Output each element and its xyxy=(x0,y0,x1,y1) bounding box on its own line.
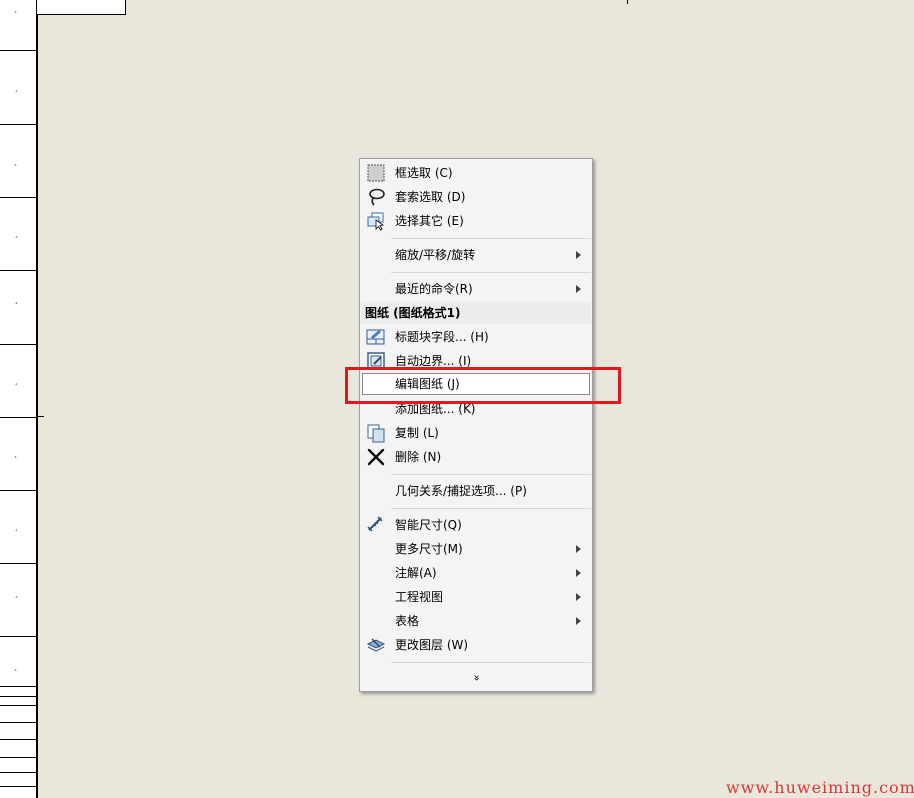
submenu-arrow-icon xyxy=(576,545,581,553)
zone-mark: ˏ xyxy=(14,522,18,531)
zone-mark: ˎ xyxy=(14,449,18,458)
center-tick-mark xyxy=(36,416,44,417)
revision-table-row xyxy=(0,757,36,758)
menu-item-label: 套索选取 (D) xyxy=(395,190,466,204)
zone-divider xyxy=(0,197,36,198)
menu-item-drawing-views[interactable]: 工程视图 xyxy=(362,585,590,609)
submenu-arrow-icon xyxy=(576,593,581,601)
menu-separator xyxy=(391,508,591,509)
menu-item-zoom-pan-rotate[interactable]: 缩放/平移/旋转 xyxy=(362,243,590,267)
revision-table-row xyxy=(0,786,36,787)
submenu-arrow-icon xyxy=(576,617,581,625)
menu-separator xyxy=(391,272,591,273)
revision-table-row xyxy=(0,722,36,723)
revision-table-row xyxy=(0,739,36,740)
menu-item-select-other[interactable]: 选择其它 (E) xyxy=(362,209,590,233)
menu-item-label: 复制 (L) xyxy=(395,426,439,440)
menu-item-title-block-fields[interactable]: 标题块字段... (H) xyxy=(362,325,590,349)
submenu-arrow-icon xyxy=(576,251,581,259)
zone-divider xyxy=(0,490,36,491)
zone-divider xyxy=(0,344,36,345)
zone-divider xyxy=(0,636,36,637)
zone-divider xyxy=(0,270,36,271)
menu-item-label: 更改图层 (W) xyxy=(395,638,469,652)
menu-item-change-layer[interactable]: 更改图层 (W) xyxy=(362,633,590,657)
box-select-icon xyxy=(366,163,386,183)
chevron-down-icon: » xyxy=(469,674,483,682)
menu-item-delete[interactable]: 删除 (N) xyxy=(362,445,590,469)
menu-separator xyxy=(391,238,591,239)
menu-section-header: 图纸 (图纸格式1) xyxy=(361,302,591,324)
watermark-text: www.huweiming.com xyxy=(726,778,914,797)
submenu-arrow-icon xyxy=(576,285,581,293)
menu-item-more-dimensions[interactable]: 更多尺寸(M) xyxy=(362,537,590,561)
title-block-icon xyxy=(366,327,386,347)
menu-item-label: 几何关系/捕捉选项... (P) xyxy=(395,484,527,498)
menu-item-relations-snaps[interactable]: 几何关系/捕捉选项... (P) xyxy=(362,479,590,503)
change-layer-icon xyxy=(366,635,386,655)
context-menu: 框选取 (C) 套索选取 (D) 选择其它 (E) 缩放/平移/旋转 最近的命令… xyxy=(359,158,593,692)
copy-icon xyxy=(366,423,386,443)
revision-table-row xyxy=(0,705,36,706)
menu-item-label: 缩放/平移/旋转 xyxy=(395,248,476,262)
zone-mark: ˊ xyxy=(14,596,18,605)
delete-icon xyxy=(366,447,386,467)
expand-menu-chevron-icon[interactable]: » xyxy=(360,667,592,689)
menu-item-label: 删除 (N) xyxy=(395,450,442,464)
menu-separator xyxy=(391,662,591,663)
title-block-stub xyxy=(36,0,126,15)
zone-divider xyxy=(0,50,36,51)
menu-item-label: 智能尺寸(Q) xyxy=(395,518,462,532)
top-tick-mark xyxy=(627,0,628,4)
menu-item-label: 最近的命令(R) xyxy=(395,282,473,296)
menu-item-tables[interactable]: 表格 xyxy=(362,609,590,633)
revision-table-row xyxy=(0,696,36,697)
menu-item-label: 框选取 (C) xyxy=(395,166,453,180)
lasso-select-icon xyxy=(366,187,386,207)
zone-mark: ˏ xyxy=(14,376,18,385)
revision-table-row xyxy=(0,686,36,687)
menu-item-label: 标题块字段... (H) xyxy=(395,330,489,344)
menu-item-smart-dimension[interactable]: 智能尺寸(Q) xyxy=(362,513,590,537)
submenu-arrow-icon xyxy=(576,569,581,577)
menu-item-annotations[interactable]: 注解(A) xyxy=(362,561,590,585)
zone-mark: ˊ xyxy=(14,302,18,311)
zone-divider xyxy=(0,563,36,564)
highlight-annotation-box xyxy=(345,367,621,404)
revision-table-row xyxy=(0,772,36,773)
zone-divider xyxy=(0,124,36,125)
menu-item-label: 表格 xyxy=(395,614,420,628)
menu-item-label: 更多尺寸(M) xyxy=(395,542,463,556)
menu-item-label: 工程视图 xyxy=(395,590,444,604)
menu-item-label: 选择其它 (E) xyxy=(395,214,464,228)
section-header-label: 图纸 (图纸格式1) xyxy=(365,306,461,320)
zone-mark: ˏ xyxy=(14,229,18,238)
smart-dimension-icon xyxy=(366,515,386,535)
menu-item-copy[interactable]: 复制 (L) xyxy=(362,421,590,445)
zone-mark: ˋ xyxy=(14,11,18,20)
menu-item-box-select[interactable]: 框选取 (C) xyxy=(362,161,590,185)
menu-item-label: 注解(A) xyxy=(395,566,437,580)
zone-divider xyxy=(0,417,36,418)
zone-mark: ˋ xyxy=(14,669,18,678)
select-other-icon xyxy=(366,211,386,231)
menu-item-lasso-select[interactable]: 套索选取 (D) xyxy=(362,185,590,209)
zone-mark: ˎ xyxy=(14,157,18,166)
zone-mark: ˏ xyxy=(14,83,18,92)
menu-item-recent-commands[interactable]: 最近的命令(R) xyxy=(362,277,590,301)
drawing-left-border: ˋ ˏ ˎ ˏ ˊ ˏ ˎ ˏ ˊ ˋ xyxy=(0,0,38,798)
menu-separator xyxy=(391,474,591,475)
